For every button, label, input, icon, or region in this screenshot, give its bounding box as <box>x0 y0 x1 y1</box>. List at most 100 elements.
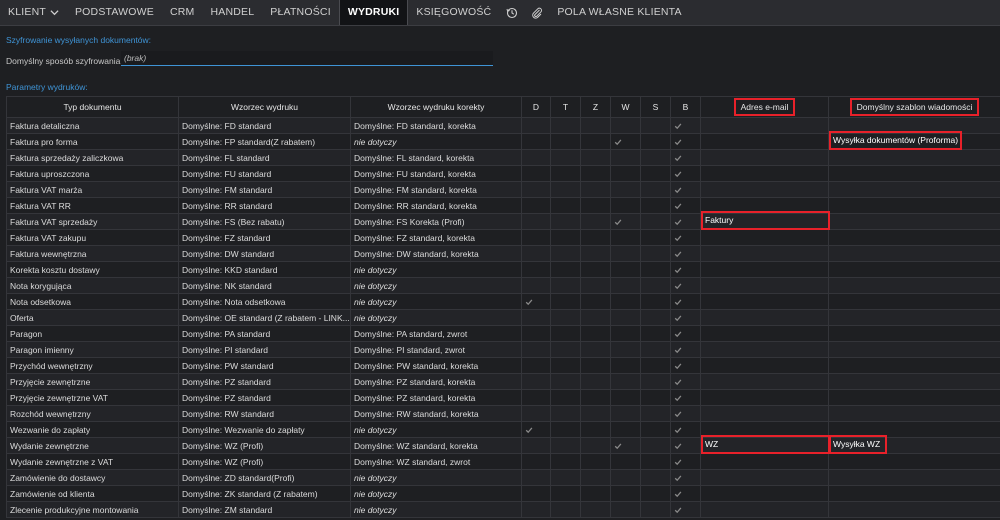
flag-d-cell[interactable] <box>521 421 551 438</box>
flag-s-cell[interactable] <box>640 229 671 246</box>
flag-w-cell[interactable] <box>610 485 641 502</box>
flag-w-cell[interactable] <box>610 197 641 214</box>
flag-b-cell[interactable] <box>670 437 701 454</box>
flag-d-cell[interactable] <box>521 469 551 486</box>
table-row[interactable]: Oferta Domyślne: OE standard (Z rabatem -… <box>6 309 1000 326</box>
flag-t-cell[interactable] <box>550 245 581 262</box>
column-header-t[interactable]: T <box>550 96 581 118</box>
flag-s-cell[interactable] <box>640 341 671 358</box>
message-template-cell[interactable] <box>828 261 1000 278</box>
flag-s-cell[interactable] <box>640 149 671 166</box>
table-row[interactable]: Faktura wewnętrzna Domyślne: DW standard D… <box>6 245 1000 262</box>
flag-w-cell[interactable] <box>610 373 641 390</box>
flag-b-cell[interactable] <box>670 421 701 438</box>
message-template-cell[interactable] <box>828 181 1000 198</box>
flag-z-cell[interactable] <box>580 405 611 422</box>
table-row[interactable]: Wydanie zewnętrzne z VAT Domyślne: WZ (Pr… <box>6 453 1000 470</box>
flag-z-cell[interactable] <box>580 181 611 198</box>
flag-z-cell[interactable] <box>580 325 611 342</box>
flag-d-cell[interactable] <box>521 213 551 230</box>
flag-b-cell[interactable] <box>670 261 701 278</box>
flag-s-cell[interactable] <box>640 277 671 294</box>
flag-d-cell[interactable] <box>521 453 551 470</box>
email-cell[interactable] <box>700 245 829 262</box>
flag-d-cell[interactable] <box>521 309 551 326</box>
column-header-domyslny-szablon-wiadomosci[interactable]: Domyślny szablon wiadomości <box>828 96 1000 118</box>
encryption-method-field[interactable] <box>121 51 493 66</box>
flag-b-cell[interactable] <box>670 181 701 198</box>
table-row[interactable]: Rozchód wewnętrzny Domyślne: RW standard D… <box>6 405 1000 422</box>
flag-b-cell[interactable] <box>670 389 701 406</box>
email-cell[interactable] <box>700 181 829 198</box>
table-row[interactable]: Przyjęcie zewnętrzne Domyślne: PZ standar… <box>6 373 1000 390</box>
flag-b-cell[interactable] <box>670 165 701 182</box>
flag-b-cell[interactable] <box>670 373 701 390</box>
flag-t-cell[interactable] <box>550 389 581 406</box>
table-row[interactable]: Paragon imienny Domyślne: PI standard Domy… <box>6 341 1000 358</box>
flag-t-cell[interactable] <box>550 197 581 214</box>
email-cell[interactable] <box>700 277 829 294</box>
message-template-cell[interactable] <box>828 341 1000 358</box>
flag-b-cell[interactable] <box>670 229 701 246</box>
flag-s-cell[interactable] <box>640 197 671 214</box>
flag-z-cell[interactable] <box>580 117 611 134</box>
message-template-cell[interactable] <box>828 469 1000 486</box>
flag-t-cell[interactable] <box>550 341 581 358</box>
column-header-wzorzec-wydruku[interactable]: Wzorzec wydruku <box>178 96 351 118</box>
flag-z-cell[interactable] <box>580 421 611 438</box>
flag-d-cell[interactable] <box>521 117 551 134</box>
flag-d-cell[interactable] <box>521 181 551 198</box>
flag-t-cell[interactable] <box>550 437 581 454</box>
message-template-cell[interactable] <box>828 405 1000 422</box>
flag-z-cell[interactable] <box>580 293 611 310</box>
flag-d-cell[interactable] <box>521 485 551 502</box>
flag-t-cell[interactable] <box>550 261 581 278</box>
table-row[interactable]: Zamówienie do dostawcy Domyślne: ZD stand… <box>6 469 1000 486</box>
flag-w-cell[interactable] <box>610 245 641 262</box>
flag-z-cell[interactable] <box>580 277 611 294</box>
flag-t-cell[interactable] <box>550 277 581 294</box>
flag-w-cell[interactable] <box>610 261 641 278</box>
table-row[interactable]: Faktura VAT RR Domyślne: RR standard Domyś… <box>6 197 1000 214</box>
message-template-cell[interactable] <box>828 277 1000 294</box>
flag-w-cell[interactable] <box>610 229 641 246</box>
email-cell[interactable] <box>700 485 829 502</box>
flag-s-cell[interactable] <box>640 117 671 134</box>
flag-d-cell[interactable] <box>521 277 551 294</box>
email-cell[interactable] <box>700 293 829 310</box>
table-row[interactable]: Wezwanie do zapłaty Domyślne: Wezwanie do… <box>6 421 1000 438</box>
flag-s-cell[interactable] <box>640 501 671 518</box>
flag-d-cell[interactable] <box>521 405 551 422</box>
table-row[interactable]: Nota korygująca Domyślne: NK standard nie … <box>6 277 1000 294</box>
flag-s-cell[interactable] <box>640 213 671 230</box>
flag-s-cell[interactable] <box>640 421 671 438</box>
message-template-cell[interactable] <box>828 149 1000 166</box>
column-header-wzorzec-wydruku-korekty[interactable]: Wzorzec wydruku korekty <box>350 96 522 118</box>
flag-z-cell[interactable] <box>580 149 611 166</box>
flag-w-cell[interactable] <box>610 181 641 198</box>
flag-t-cell[interactable] <box>550 373 581 390</box>
flag-d-cell[interactable] <box>521 149 551 166</box>
email-cell[interactable] <box>700 133 829 150</box>
flag-w-cell[interactable] <box>610 341 641 358</box>
column-header-d[interactable]: D <box>521 96 551 118</box>
tab-ksiegowosc[interactable]: KSIĘGOWOŚĆ <box>408 0 499 25</box>
flag-z-cell[interactable] <box>580 261 611 278</box>
flag-z-cell[interactable] <box>580 357 611 374</box>
flag-s-cell[interactable] <box>640 181 671 198</box>
flag-b-cell[interactable] <box>670 357 701 374</box>
flag-d-cell[interactable] <box>521 293 551 310</box>
flag-t-cell[interactable] <box>550 501 581 518</box>
flag-s-cell[interactable] <box>640 309 671 326</box>
email-cell[interactable] <box>700 421 829 438</box>
email-cell[interactable] <box>700 261 829 278</box>
flag-b-cell[interactable] <box>670 117 701 134</box>
flag-t-cell[interactable] <box>550 117 581 134</box>
flag-z-cell[interactable] <box>580 165 611 182</box>
email-cell[interactable] <box>700 453 829 470</box>
email-cell[interactable] <box>700 357 829 374</box>
column-header-adres-e-mail[interactable]: Adres e-mail <box>700 96 829 118</box>
flag-z-cell[interactable] <box>580 501 611 518</box>
flag-w-cell[interactable] <box>610 149 641 166</box>
email-cell[interactable] <box>700 309 829 326</box>
